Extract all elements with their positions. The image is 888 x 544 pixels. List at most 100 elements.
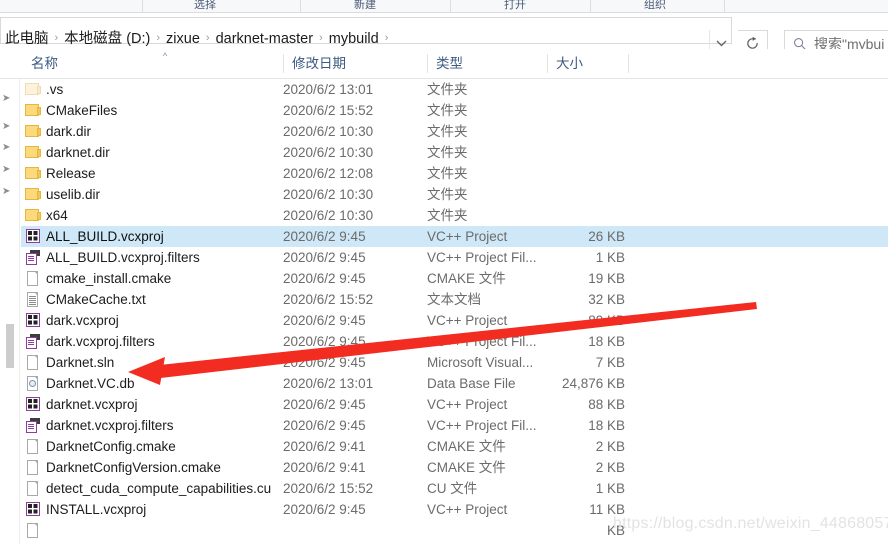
folder-icon [25, 207, 42, 224]
file-size-cell [507, 184, 625, 205]
chevron-down-icon [716, 40, 727, 47]
breadcrumb-chevron-icon[interactable]: › [52, 25, 62, 52]
watermark-text: https://blog.csdn.net/weixin_44868057 [613, 515, 888, 532]
tree-expand-chevron-icon[interactable]: ➤ [2, 164, 14, 176]
vcxproj-icon [25, 312, 42, 329]
file-size-cell: 26 KB [588, 229, 625, 244]
file-row[interactable]: .vs 2020/6/2 13:01 文件夹 [21, 79, 888, 100]
file-date-cell: 2020/6/2 9:45 [283, 313, 366, 328]
column-divider[interactable] [547, 54, 548, 73]
file-name-cell: detect_cuda_compute_capabilities.cu [46, 481, 272, 496]
file-row[interactable]: CMakeFiles 2020/6/2 15:52 文件夹 [21, 100, 888, 121]
file-type-cell: CMAKE 文件 [427, 439, 506, 454]
file-list[interactable]: .vs 2020/6/2 13:01 文件夹 CMakeFiles 2020/6/2 1… [21, 79, 888, 544]
folder-icon [25, 186, 42, 203]
ribbon-divider [142, 0, 143, 12]
column-divider[interactable] [427, 54, 428, 73]
file-date-cell: 2020/6/2 9:45 [283, 229, 366, 244]
file-date-cell: 2020/6/2 13:01 [283, 82, 374, 97]
file-name-cell: ALL_BUILD.vcxproj [46, 229, 164, 244]
vcxproj-icon [25, 228, 42, 245]
file-date-cell: 2020/6/2 13:01 [283, 376, 374, 391]
file-size-cell: 32 KB [588, 292, 625, 307]
ribbon-group-open[interactable]: 打开 [460, 0, 570, 12]
column-divider[interactable] [283, 54, 284, 73]
file-row[interactable]: darknet.dir 2020/6/2 10:30 文件夹 [21, 142, 888, 163]
file-size-cell: KB [606, 523, 625, 538]
file-size-cell: 2 KB [595, 439, 625, 454]
file-row[interactable]: dark.vcxproj.filters 2020/6/2 9:45 VC++ Pr… [21, 331, 888, 352]
breadcrumb-chevron-icon[interactable]: › [316, 25, 326, 52]
breadcrumb-chevron-icon[interactable]: › [203, 25, 213, 52]
column-divider[interactable] [628, 54, 629, 73]
file-name-cell: CMakeFiles [46, 103, 118, 118]
file-date-cell: 2020/6/2 9:45 [283, 271, 366, 286]
file-type-cell: 文件夹 [427, 82, 468, 97]
vertical-scrollbar-thumb[interactable] [6, 324, 14, 368]
file-size-cell: 18 KB [588, 418, 625, 433]
file-type-cell: CMAKE 文件 [427, 460, 506, 475]
file-date-cell: 2020/6/2 10:30 [283, 124, 374, 139]
file-row[interactable]: Darknet.sln 2020/6/2 9:45 Microsoft Visual… [21, 352, 888, 373]
file-row[interactable]: CMakeCache.txt 2020/6/2 15:52 文本文档 32 KB [21, 289, 888, 310]
file-row[interactable]: uselib.dir 2020/6/2 10:30 文件夹 [21, 184, 888, 205]
ribbon-group-new[interactable]: 新建 [310, 0, 420, 12]
file-row[interactable]: x64 2020/6/2 10:30 文件夹 [21, 205, 888, 226]
vcxproj-icon [25, 501, 42, 518]
tree-expand-chevron-icon[interactable]: ➤ [2, 121, 14, 133]
file-row[interactable]: DarknetConfig.cmake 2020/6/2 9:41 CMAKE 文件… [21, 436, 888, 457]
file-type-cell: CU 文件 [427, 481, 478, 496]
file-type-cell: 文件夹 [427, 166, 468, 181]
folder-icon [25, 102, 42, 119]
file-explorer-window: 选择 新建 打开 组织 此电脑 › 本地磁盘 (D:) › zixue › da… [0, 0, 888, 544]
ribbon-group-select[interactable]: 选择 [150, 0, 260, 12]
tree-expand-chevron-icon[interactable]: ➤ [2, 142, 14, 154]
file-size-cell: 24,876 KB [561, 376, 625, 391]
breadcrumb-chevron-icon[interactable]: › [153, 25, 163, 52]
file-date-cell: 2020/6/2 9:45 [283, 502, 366, 517]
file-name-cell: darknet.dir [46, 145, 110, 160]
column-header-type[interactable]: 类型 [427, 49, 463, 78]
ribbon-group-organize[interactable]: 组织 [600, 0, 710, 12]
file-row[interactable]: cmake_install.cmake 2020/6/2 9:45 CMAKE 文件… [21, 268, 888, 289]
file-row[interactable]: DarknetConfigVersion.cmake 2020/6/2 9:41 C… [21, 457, 888, 478]
file-size-cell: 89 KB [588, 313, 625, 328]
file-type-cell: Data Base File [427, 376, 516, 391]
file-row[interactable]: darknet.vcxproj.filters 2020/6/2 9:45 VC++… [21, 415, 888, 436]
file-size-cell: 88 KB [588, 397, 625, 412]
file-date-cell: 2020/6/2 12:08 [283, 166, 374, 181]
column-header-name[interactable]: 名称 [22, 49, 58, 78]
file-row[interactable]: ALL_BUILD.vcxproj 2020/6/2 9:45 VC++ Proje… [21, 226, 888, 247]
file-date-cell: 2020/6/2 10:30 [283, 208, 374, 223]
file-row[interactable]: Release 2020/6/2 12:08 文件夹 [21, 163, 888, 184]
file-name-cell: INSTALL.vcxproj [46, 502, 147, 517]
filters-icon [25, 249, 42, 266]
breadcrumb-chevron-icon[interactable]: › [382, 25, 392, 52]
file-icon [25, 480, 42, 497]
column-header-size[interactable]: 大小 [547, 49, 583, 78]
file-row[interactable]: dark.dir 2020/6/2 10:30 文件夹 [21, 121, 888, 142]
file-size-cell: 18 KB [588, 334, 625, 349]
file-name-cell: Darknet.VC.db [46, 376, 135, 391]
ribbon-strip: 选择 新建 打开 组织 [0, 0, 888, 13]
file-row[interactable]: detect_cuda_compute_capabilities.cu 2020/… [21, 478, 888, 499]
file-row[interactable]: darknet.vcxproj 2020/6/2 9:45 VC++ Project… [21, 394, 888, 415]
file-row[interactable]: ALL_BUILD.vcxproj.filters 2020/6/2 9:45 VC… [21, 247, 888, 268]
tree-expand-chevron-icon[interactable]: ➤ [2, 93, 14, 105]
text-file-icon [25, 291, 42, 308]
ribbon-divider [300, 0, 301, 12]
file-row[interactable]: dark.vcxproj 2020/6/2 9:45 VC++ Project 89 … [21, 310, 888, 331]
file-type-cell: 文件夹 [427, 208, 468, 223]
file-type-cell: 文件夹 [427, 145, 468, 160]
folder-icon-dim [25, 81, 42, 98]
tree-expand-chevron-icon[interactable]: ➤ [2, 186, 14, 198]
file-size-cell: 19 KB [588, 271, 625, 286]
file-row[interactable]: Darknet.VC.db 2020/6/2 13:01 Data Base Fil… [21, 373, 888, 394]
column-header-date-modified[interactable]: 修改日期 [283, 49, 346, 78]
file-size-cell [507, 79, 625, 100]
folder-icon [25, 123, 42, 140]
file-date-cell: 2020/6/2 9:45 [283, 250, 366, 265]
vcxproj-icon [25, 396, 42, 413]
file-date-cell: 2020/6/2 9:45 [283, 418, 366, 433]
file-type-cell: VC++ Project [427, 502, 508, 517]
